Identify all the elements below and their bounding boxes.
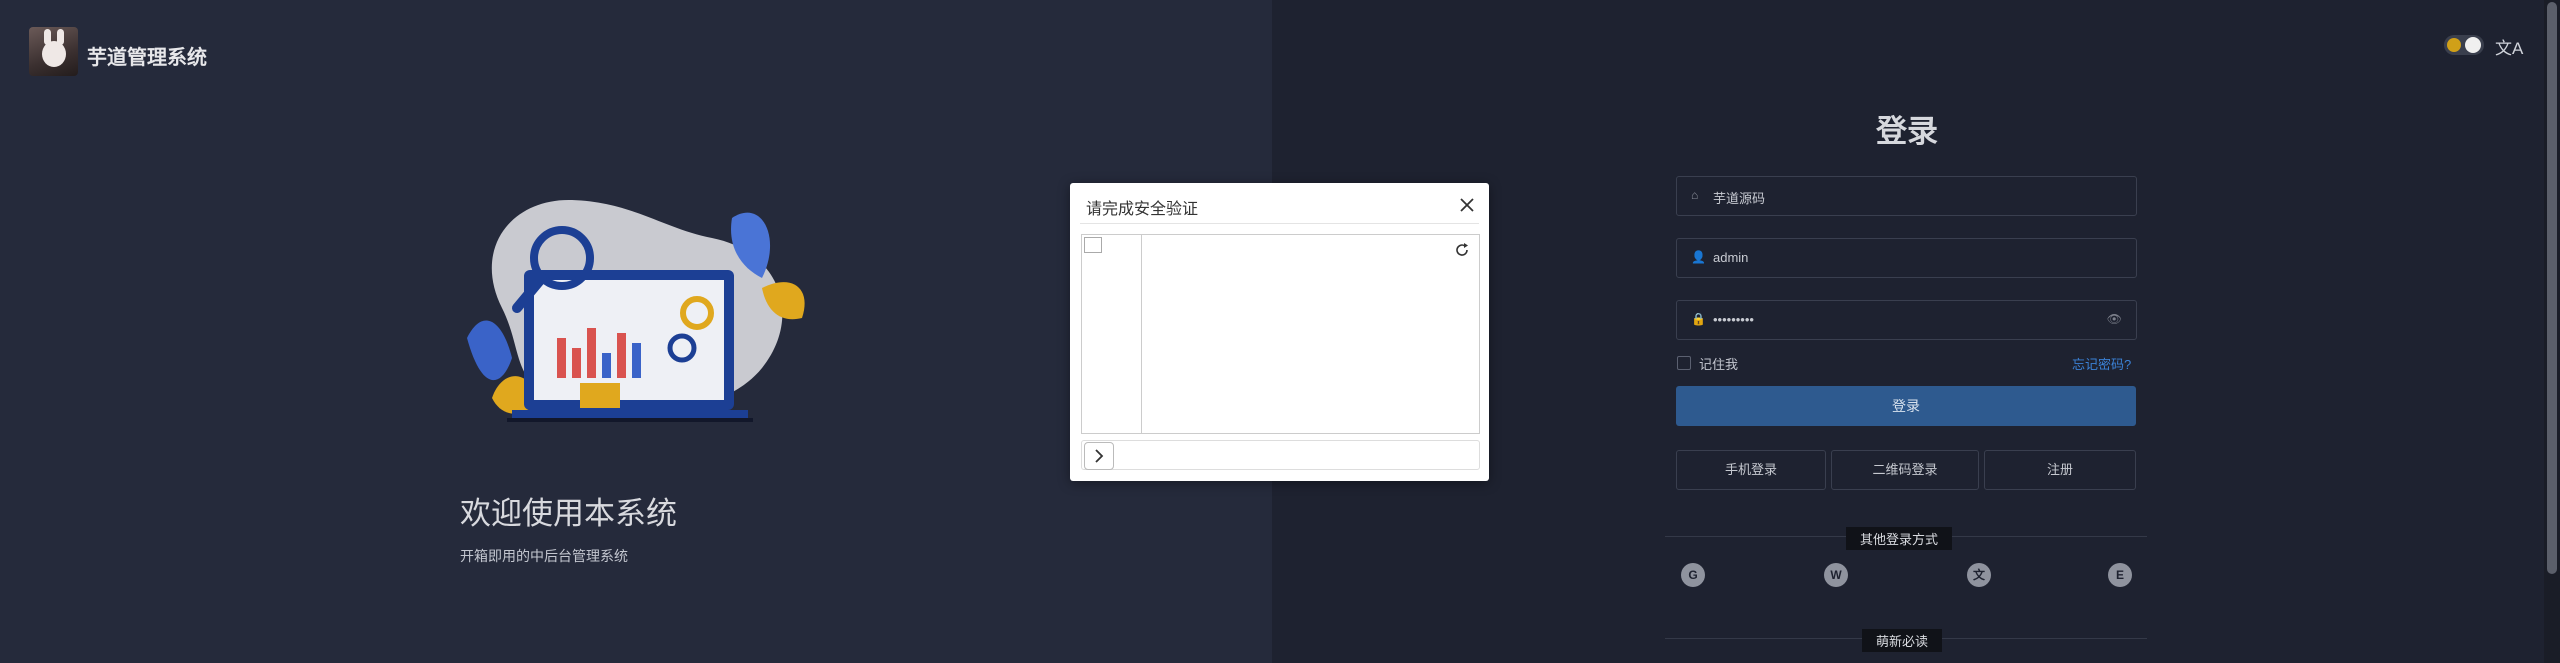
welcome-subtitle: 开箱即用的中后台管理系统 <box>460 548 628 564</box>
github-icon[interactable]: G <box>1681 563 1705 587</box>
divider <box>1080 223 1479 224</box>
remember-checkbox[interactable] <box>1677 356 1691 370</box>
logo <box>29 27 78 76</box>
dashboard-illustration-icon <box>467 199 805 422</box>
scrollbar[interactable] <box>2544 0 2560 663</box>
login-title: 登录 <box>1876 114 1938 149</box>
forgot-password-link[interactable]: 忘记密码? <box>2072 354 2131 373</box>
password-value: ••••••••• <box>1713 312 1754 327</box>
tenant-field[interactable]: ⌂ 芋道源码 <box>1676 176 2137 216</box>
theme-toggle[interactable] <box>2444 35 2484 55</box>
close-icon[interactable] <box>1457 195 1477 215</box>
welcome-title: 欢迎使用本系统 <box>460 496 677 531</box>
user-icon: 👤 <box>1691 250 1706 264</box>
scroll-thumb[interactable] <box>2547 2 2557 574</box>
app-name: 芋道管理系统 <box>87 47 207 69</box>
chevron-right-icon <box>1095 449 1104 463</box>
eye-icon[interactable]: 👁 <box>2107 312 2122 326</box>
lock-icon: 🔒 <box>1691 312 1706 326</box>
phone-login-button[interactable]: 手机登录 <box>1676 450 1826 490</box>
username-value: admin <box>1713 250 1749 265</box>
wechat-icon[interactable]: W <box>1824 563 1848 587</box>
qrcode-login-button[interactable]: 二维码登录 <box>1831 450 1979 490</box>
tenant-value: 芋道源码 <box>1713 191 1766 206</box>
captcha-dialog: 请完成安全验证 <box>1070 183 1489 481</box>
home-icon: ⌂ <box>1691 188 1699 202</box>
captcha-image <box>1081 234 1480 434</box>
slider-handle[interactable] <box>1084 442 1114 470</box>
broken-image-icon <box>1084 237 1102 253</box>
captcha-puzzle-piece <box>1082 235 1142 433</box>
password-field[interactable]: 🔒 ••••••••• 👁 <box>1676 300 2137 340</box>
captcha-slider[interactable] <box>1081 440 1480 470</box>
beginner-guide-label[interactable]: 萌新必读 <box>1862 629 1943 652</box>
language-icon[interactable]: 文A <box>2495 34 2523 59</box>
login-button[interactable]: 登录 <box>1676 386 2136 426</box>
refresh-icon[interactable] <box>1453 241 1471 259</box>
remember-label: 记住我 <box>1699 357 1739 372</box>
enterprise-wechat-icon[interactable]: E <box>2108 563 2132 587</box>
captcha-title: 请完成安全验证 <box>1086 201 1199 218</box>
dingtalk-icon[interactable]: 文 <box>1967 563 1991 587</box>
username-field[interactable]: 👤 admin <box>1676 238 2137 278</box>
other-login-label: 其他登录方式 <box>1846 527 1953 550</box>
register-button[interactable]: 注册 <box>1984 450 2136 490</box>
